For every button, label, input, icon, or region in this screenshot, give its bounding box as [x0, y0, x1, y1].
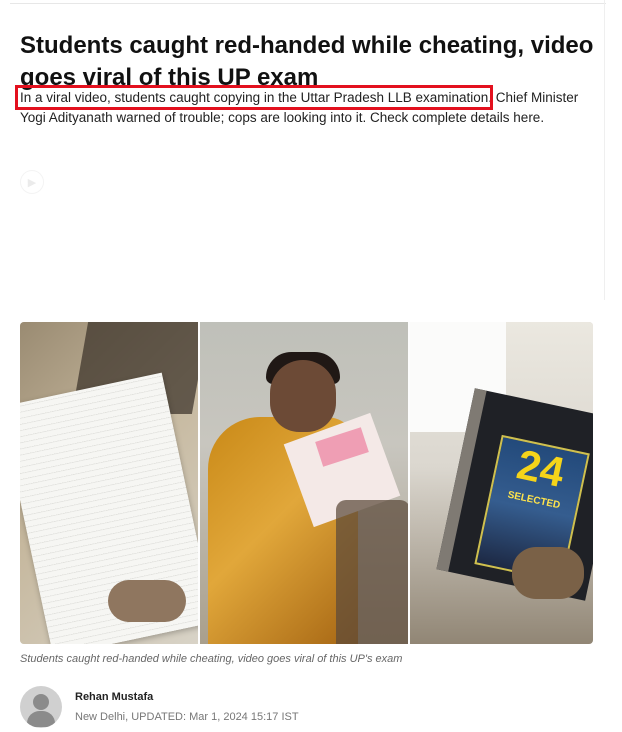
- image-panel-middle: [200, 322, 408, 644]
- author-meta: New Delhi, UPDATED: Mar 1, 2024 15:17 IS…: [75, 711, 299, 723]
- person-icon: [20, 686, 62, 728]
- top-divider: [10, 3, 606, 4]
- hand-image-left: [108, 580, 186, 622]
- image-caption: Students caught red-handed while cheatin…: [20, 653, 403, 665]
- right-divider: [604, 0, 605, 300]
- image-panel-right: 24 SELECTED: [410, 322, 593, 644]
- author-name[interactable]: Rehan Mustafa: [75, 691, 153, 703]
- play-icon: ▶: [20, 170, 44, 194]
- student-head-image: [270, 360, 336, 432]
- avatar-body: [27, 711, 55, 727]
- highlighted-summary-text: In a viral video, students caught copyin…: [14, 85, 494, 110]
- article-summary: In a viral video, students caught copyin…: [14, 85, 580, 128]
- page-title: Students caught red-handed while cheatin…: [20, 32, 594, 92]
- article-image: 24 SELECTED: [20, 322, 593, 644]
- hand-image-right: [512, 547, 584, 599]
- image-panel-left: [20, 322, 198, 644]
- avatar-head: [33, 694, 49, 710]
- share-bar-left: ▶: [20, 170, 52, 194]
- faded-share-bar: ▶: [20, 170, 595, 194]
- chair-image: [336, 500, 408, 644]
